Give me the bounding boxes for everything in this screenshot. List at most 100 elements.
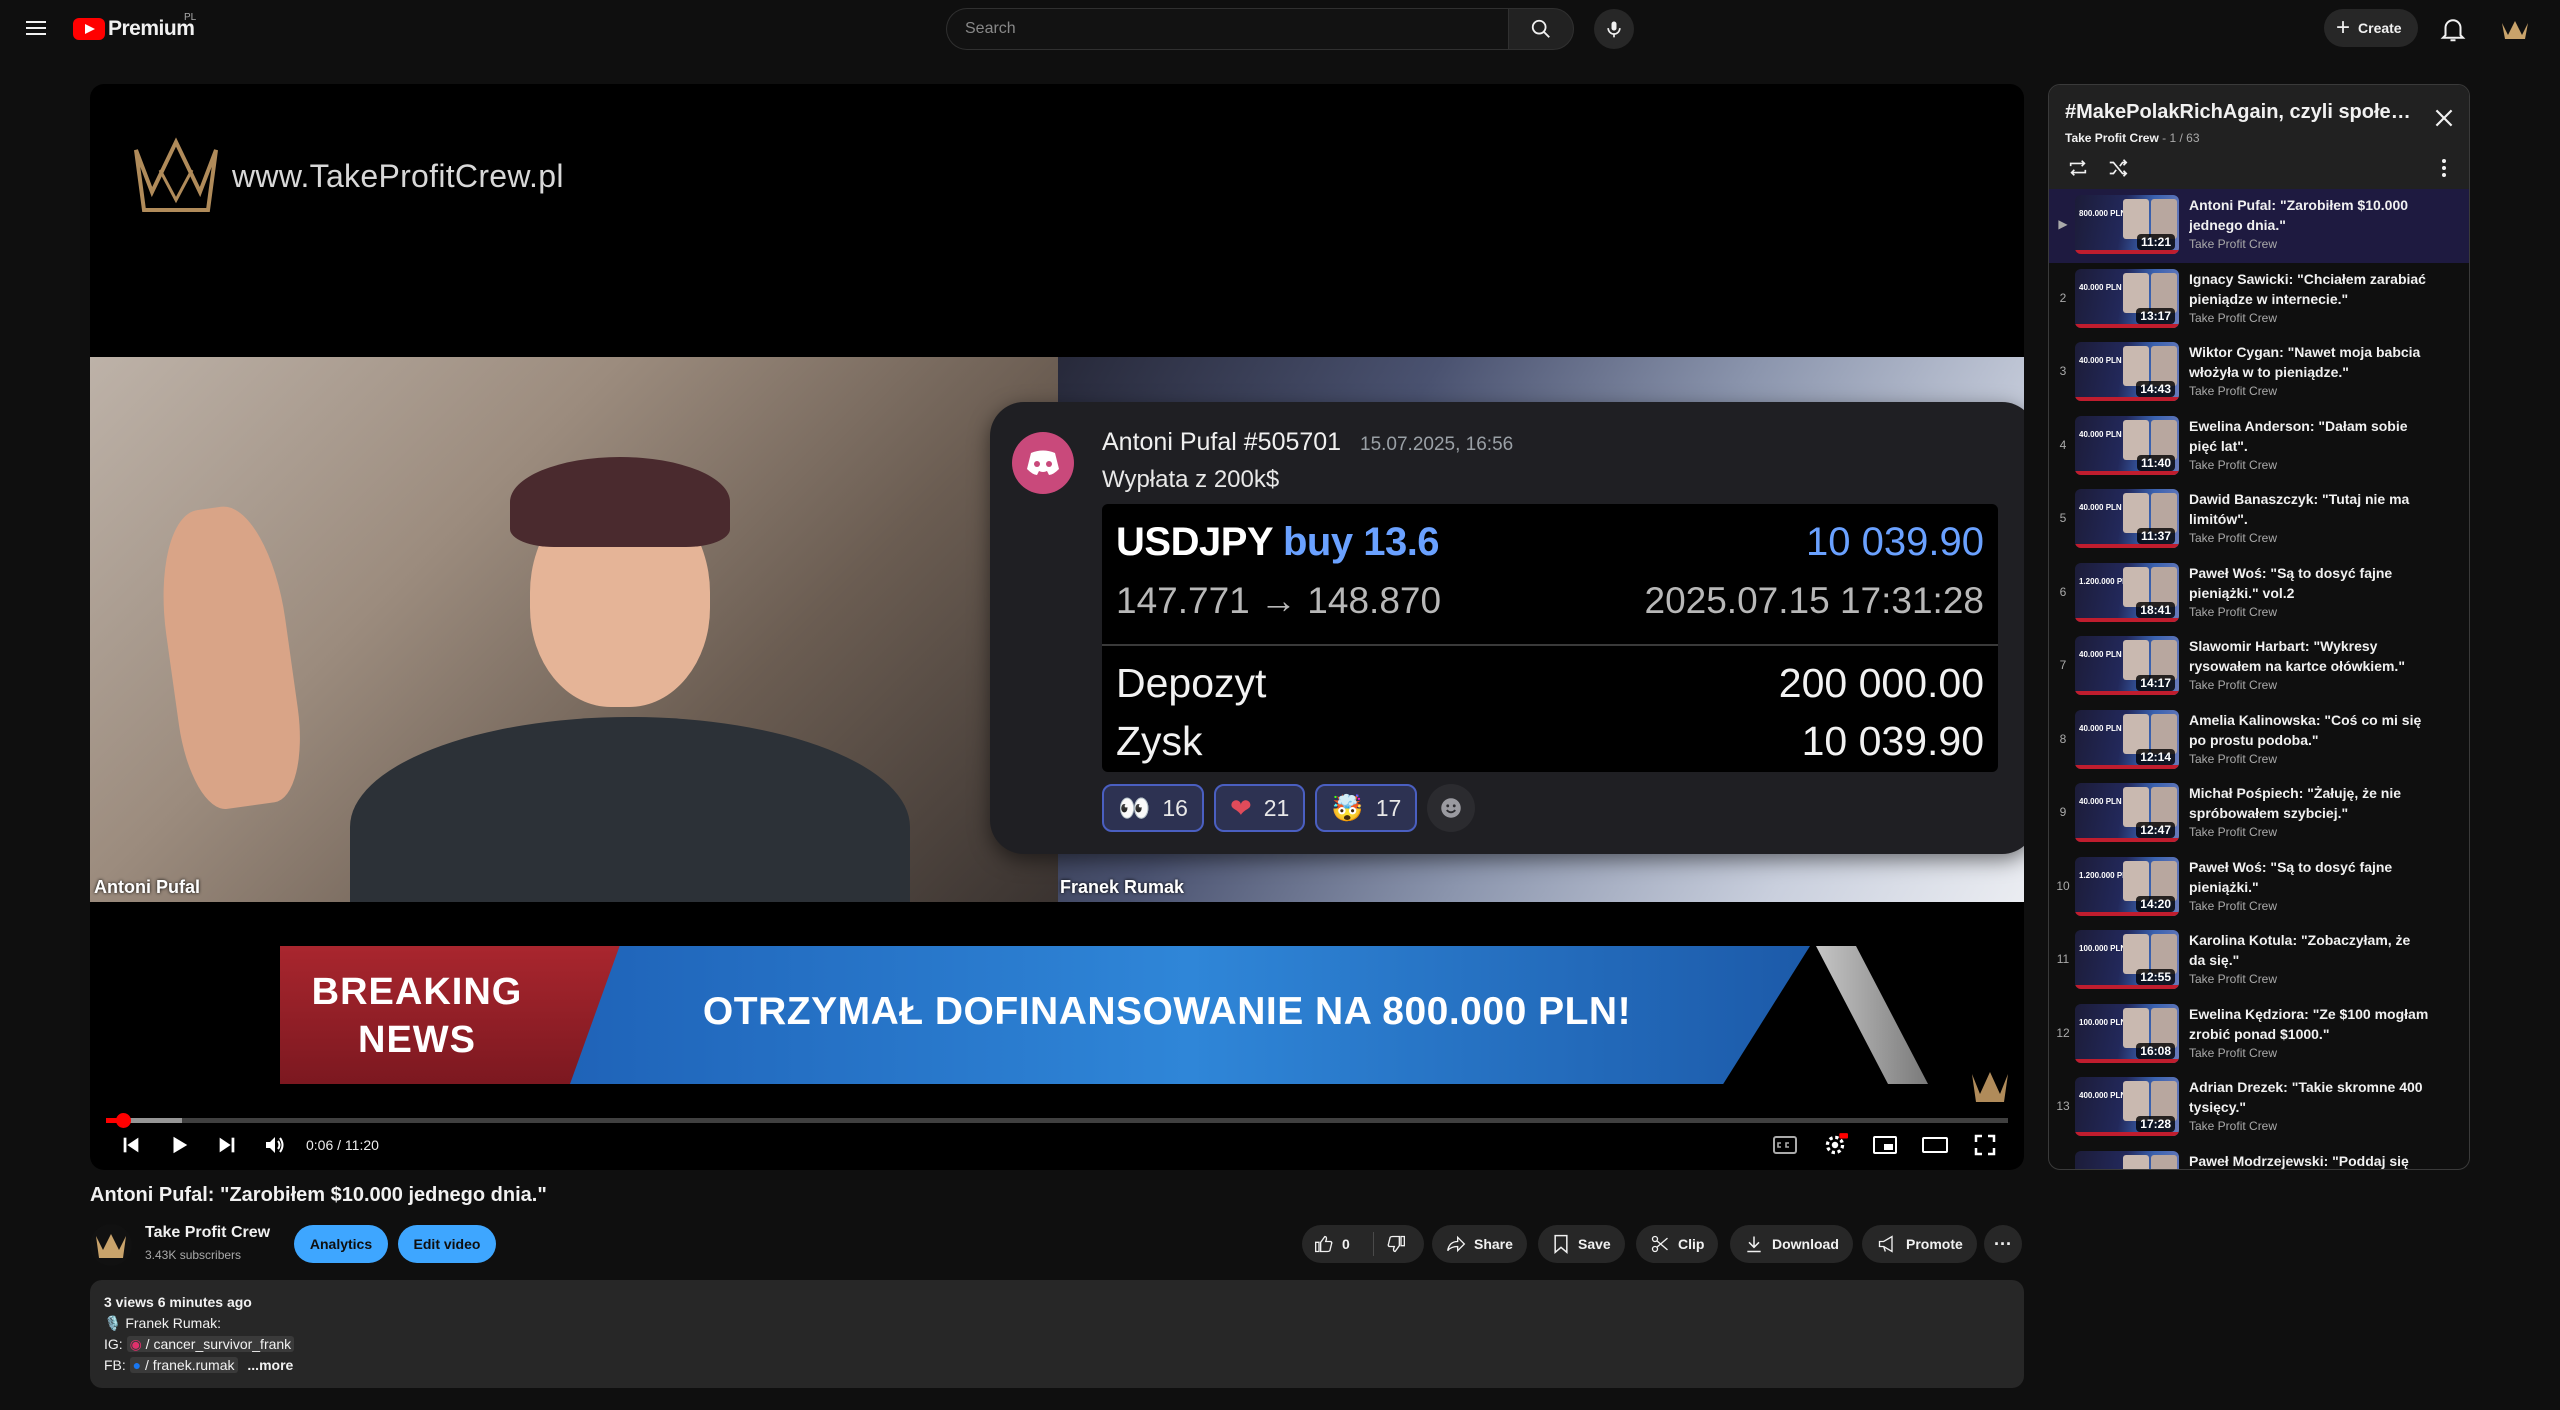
fullscreen-button[interactable] — [1970, 1130, 2000, 1160]
playlist-item-title[interactable]: Ignacy Sawicki: "Chciałem zarabiać pieni… — [2189, 269, 2429, 309]
previous-button[interactable] — [116, 1130, 146, 1160]
youtube-premium-logo[interactable]: Premium PL — [73, 12, 196, 42]
playlist-title[interactable]: #MakePolakRichAgain, czyli społeczność T… — [2065, 101, 2415, 124]
playlist-item-thumbnail[interactable]: 100.000 PLN 12:55 — [2075, 930, 2179, 989]
playlist-item-title[interactable]: Adrian Drezek: "Takie skromne 400 tysięc… — [2189, 1077, 2429, 1117]
edit-video-button[interactable]: Edit video — [398, 1225, 496, 1263]
discord-timestamp: 15.07.2025, 16:56 — [1360, 434, 1514, 455]
playlist-item[interactable]: 10 1.200.000 PLN 14:20 Paweł Woś: "Są to do… — [2049, 851, 2469, 925]
playlist-item-title[interactable]: Paweł Modrzejewski: "Poddaj się — [2189, 1151, 2429, 1170]
download-icon — [1747, 1236, 1761, 1253]
playlist-item[interactable]: 7 40.000 PLN 14:17 Slawomir Harbart: "Wykre… — [2049, 630, 2469, 704]
description-box[interactable]: 3 views 6 minutes ago 🎙️ Franek Rumak: I… — [90, 1280, 2024, 1388]
promote-button[interactable]: Promote — [1862, 1225, 1977, 1263]
share-icon — [1447, 1235, 1466, 1253]
instagram-link[interactable]: ◉ / cancer_survivor_frank — [126, 1336, 295, 1352]
more-actions-button[interactable]: ··· — [1984, 1225, 2022, 1263]
playlist-item-title[interactable]: Amelia Kalinowska: "Coś co mi się po pro… — [2189, 710, 2429, 750]
playlist-item-thumbnail[interactable]: 100.000 PLN 16:08 — [2075, 1003, 2179, 1063]
playlist-item-thumbnail[interactable]: 800.000 PLN 11:21 — [2075, 195, 2179, 254]
breaking-label-line2: NEWS — [358, 1019, 476, 1061]
clip-button[interactable]: Clip — [1636, 1225, 1719, 1263]
playlist-item-title[interactable]: Antoni Pufal: "Zarobiłem $10.000 jednego… — [2189, 195, 2429, 235]
playlist-item-thumbnail[interactable]: 1.200.000 PLN 18:41 — [2075, 562, 2179, 622]
shuffle-button[interactable] — [2105, 155, 2131, 181]
playlist-item[interactable]: 3 40.000 PLN 14:43 Wiktor Cygan: "Nawet moj… — [2049, 336, 2469, 410]
trade-pair: USDJPY — [1116, 520, 1273, 564]
share-label: Share — [1474, 1236, 1513, 1252]
voice-search-button[interactable] — [1594, 9, 1634, 49]
like-button[interactable]: 0 — [1302, 1232, 1374, 1256]
settings-button[interactable] — [1820, 1130, 1850, 1160]
channel-watermark-icon[interactable] — [1970, 1068, 2010, 1104]
playlist-item-title[interactable]: Paweł Woś: "Są to dosyć fajne pieniążki.… — [2189, 857, 2429, 897]
loop-button[interactable] — [2065, 155, 2091, 181]
menu-icon[interactable] — [24, 17, 48, 41]
playlist-item-thumbnail[interactable]: 40.000 PLN 12:47 — [2075, 783, 2179, 842]
playlist-item-title[interactable]: Ewelina Anderson: "Dałam sobie pięć lat"… — [2189, 416, 2429, 456]
now-playing-indicator-icon: ▶ — [2058, 217, 2068, 231]
thumbnail-face — [2123, 1154, 2149, 1169]
play-button[interactable] — [164, 1130, 194, 1160]
playlist-item-title[interactable]: Ewelina Kędziora: "Ze $100 mogłam zrobić… — [2189, 1004, 2429, 1044]
playlist-owner[interactable]: Take Profit Crew — [2065, 131, 2159, 145]
facebook-link[interactable]: ● / franek.rumak — [129, 1357, 238, 1373]
playlist-item[interactable]: 5 40.000 PLN 11:37 Dawid Banaszczyk: "Tutaj… — [2049, 483, 2469, 557]
playlist-item-thumbnail[interactable]: 40.000 PLN 11:40 — [2075, 415, 2179, 475]
playlist-item-thumbnail[interactable]: 40.000 PLN 14:43 — [2075, 342, 2179, 401]
playlist-item-channel: Take Profit Crew — [2189, 1045, 2278, 1060]
playlist-item-thumbnail[interactable]: 400.000 PLN 17:28 — [2075, 1077, 2179, 1136]
account-avatar-icon[interactable] — [2499, 13, 2531, 45]
progress-bar[interactable] — [106, 1113, 2008, 1128]
playlist-item-thumbnail[interactable]: 40.000 PLN 11:37 — [2075, 489, 2179, 548]
playlist-item-title[interactable]: Paweł Woś: "Są to dosyć fajne pieniążki.… — [2189, 563, 2429, 603]
video-player[interactable]: www.TakeProfitCrew.pl Antoni Pufal Frane… — [90, 84, 2024, 1170]
channel-avatar[interactable] — [90, 1224, 132, 1266]
theater-mode-button[interactable] — [1920, 1130, 1950, 1160]
subtitles-button[interactable] — [1770, 1130, 1800, 1160]
next-button[interactable] — [212, 1130, 242, 1160]
dislike-button[interactable] — [1374, 1234, 1406, 1254]
playlist-item-channel: Take Profit Crew — [2189, 384, 2278, 398]
playlist-item[interactable]: 12 100.000 PLN 16:08 Ewelina Kędziora: "Ze … — [2049, 998, 2469, 1072]
show-more-link[interactable]: ...more — [247, 1357, 293, 1373]
playlist-item-title[interactable]: Wiktor Cygan: "Nawet moja babcia włożyła… — [2189, 342, 2429, 382]
notifications-bell-icon[interactable] — [2438, 14, 2468, 44]
share-button[interactable]: Share — [1432, 1225, 1527, 1263]
search-button[interactable] — [1508, 8, 1574, 50]
close-icon[interactable] — [2431, 105, 2457, 131]
playlist-item-title[interactable]: Slawomir Harbart: "Wykresy rysowałem na … — [2189, 636, 2429, 676]
playlist-item-thumbnail[interactable] — [2075, 1150, 2179, 1169]
analytics-button[interactable]: Analytics — [294, 1225, 388, 1263]
playlist-menu-button[interactable] — [2431, 155, 2457, 181]
playlist-item-thumbnail[interactable]: 40.000 PLN 14:17 — [2075, 636, 2179, 695]
playlist-item-thumbnail[interactable]: 1.200.000 PLN 14:20 — [2075, 856, 2179, 916]
playlist-item[interactable]: Paweł Modrzejewski: "Poddaj się — [2049, 1145, 2469, 1170]
playlist-item-thumbnail[interactable]: 40.000 PLN 12:14 — [2075, 709, 2179, 769]
playlist-item[interactable]: 9 40.000 PLN 12:47 Michał Pośpiech: "Żałuję… — [2049, 777, 2469, 851]
create-button[interactable]: + Create — [2324, 9, 2418, 47]
playlist-item[interactable]: 2 40.000 PLN 13:17 Ignacy Sawicki: "Chciałe… — [2049, 263, 2469, 337]
miniplayer-button[interactable] — [1870, 1130, 1900, 1160]
playlist-item-thumbnail[interactable]: 40.000 PLN 13:17 — [2075, 268, 2179, 328]
playlist-item[interactable]: ▶ 800.000 PLN 11:21 Antoni Pufal: "Zarobiłe… — [2049, 189, 2469, 263]
playlist-item-channel: Take Profit Crew — [2189, 825, 2278, 839]
channel-name[interactable]: Take Profit Crew — [145, 1224, 270, 1242]
mute-button[interactable] — [260, 1130, 290, 1160]
playlist-item-title[interactable]: Karolina Kotula: "Zobaczyłam, że da się.… — [2189, 930, 2429, 970]
scrubber-handle[interactable] — [116, 1113, 132, 1128]
playlist-item[interactable]: 11 100.000 PLN 12:55 Karolina Kotula: "Zoba… — [2049, 924, 2469, 998]
playlist-item[interactable]: 13 400.000 PLN 17:28 Adrian Drezek: "Takie … — [2049, 1071, 2469, 1145]
playlist-item[interactable]: 6 1.200.000 PLN 18:41 Paweł Woś: "Są to dos… — [2049, 557, 2469, 631]
thumbnail-amount: 100.000 PLN — [2079, 1017, 2127, 1027]
search-input[interactable] — [946, 8, 1508, 50]
playlist-item-title[interactable]: Michał Pośpiech: "Żałuję, że nie spróbow… — [2189, 783, 2429, 823]
playlist-item[interactable]: 4 40.000 PLN 11:40 Ewelina Anderson: "Dałam… — [2049, 410, 2469, 484]
download-button[interactable]: Download — [1730, 1225, 1853, 1263]
more-vertical-icon — [2442, 159, 2446, 177]
playlist-item[interactable]: 8 40.000 PLN 12:14 Amelia Kalinowska: "Coś … — [2049, 704, 2469, 778]
thumbnail-face — [2123, 713, 2149, 754]
thumbnail-face — [2151, 640, 2177, 680]
playlist-item-title[interactable]: Dawid Banaszczyk: "Tutaj nie ma limitów"… — [2189, 489, 2429, 529]
save-button[interactable]: Save — [1538, 1225, 1625, 1263]
